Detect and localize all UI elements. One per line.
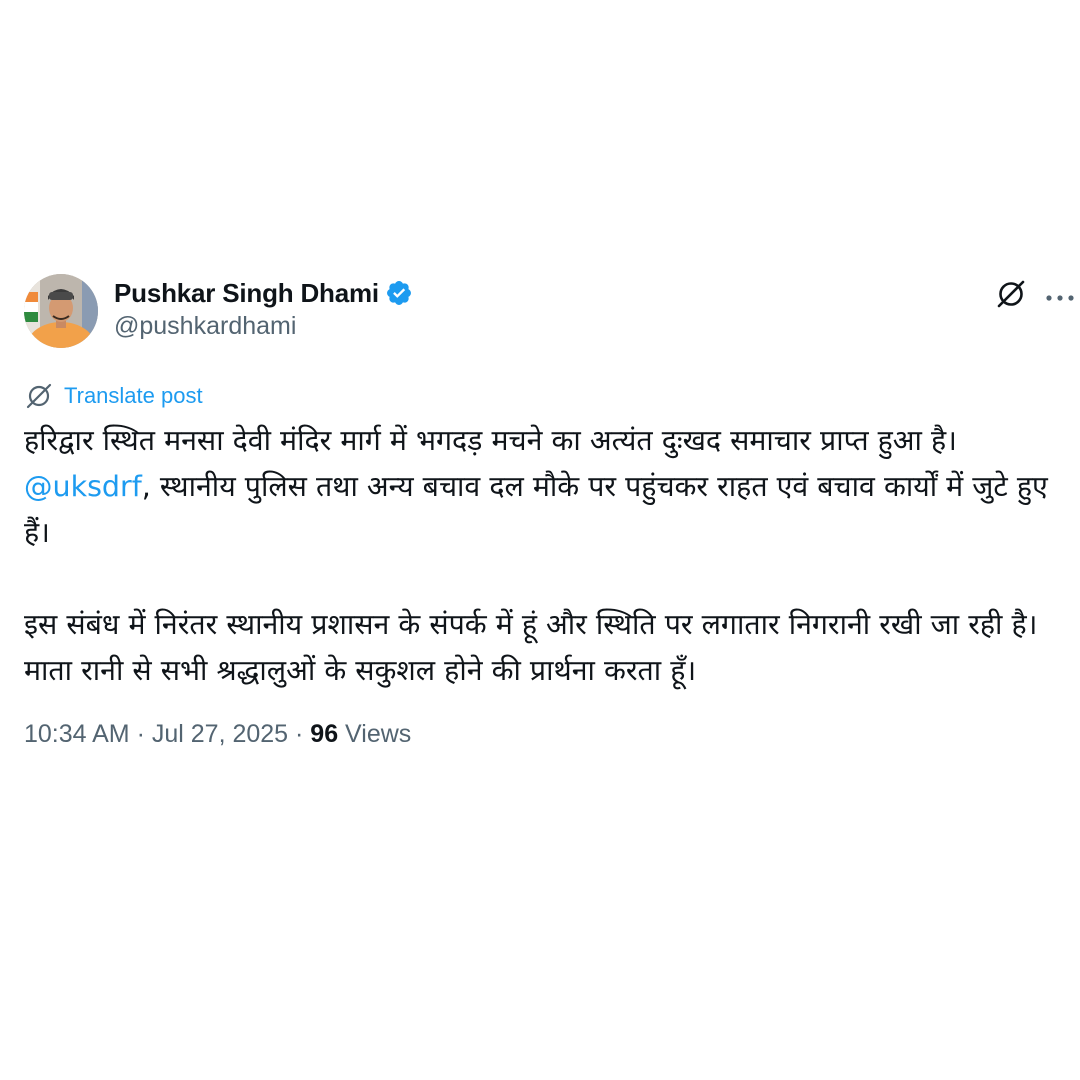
translate-icon — [24, 381, 54, 411]
verified-badge-icon[interactable] — [385, 279, 413, 307]
author-name-row: Pushkar Singh Dhami — [114, 276, 413, 310]
meta-separator: · — [129, 720, 152, 748]
post-date[interactable]: Jul 27, 2025 — [152, 720, 288, 748]
translate-post-label[interactable]: Translate post — [64, 383, 203, 409]
author-name[interactable]: Pushkar Singh Dhami — [114, 278, 379, 309]
views-count: 96 — [310, 720, 339, 748]
meta-separator: · — [288, 720, 311, 748]
translate-post-link[interactable]: Translate post — [24, 380, 203, 412]
post-text-segment: हरिद्वार स्थित मनसा देवी मंदिर मार्ग में… — [24, 424, 966, 457]
mention-link[interactable]: @uksdrf — [24, 470, 142, 503]
post-paragraph-2: इस संबंध में निरंतर स्थानीय प्रशासन के स… — [24, 608, 1047, 687]
post-time[interactable]: 10:34 AM — [24, 720, 130, 748]
post-meta: 10:34 AM · Jul 27, 2025 · 96 Views — [24, 720, 411, 749]
grok-icon — [994, 277, 1028, 315]
avatar-image — [24, 274, 98, 348]
post-text-segment: , स्थानीय पुलिस तथा अन्य बचाव दल मौके पर… — [24, 470, 1057, 549]
more-options-button[interactable] — [1040, 278, 1080, 314]
grok-button[interactable] — [992, 278, 1030, 314]
more-horizontal-icon — [1045, 287, 1075, 306]
views-label: Views — [338, 720, 412, 748]
post-paragraph-1: हरिद्वार स्थित मनसा देवी मंदिर मार्ग में… — [24, 418, 1069, 556]
post-body: हरिद्वार स्थित मनसा देवी मंदिर मार्ग में… — [24, 418, 1069, 694]
avatar[interactable] — [24, 274, 98, 348]
author-handle[interactable]: @pushkardhami — [114, 312, 296, 341]
